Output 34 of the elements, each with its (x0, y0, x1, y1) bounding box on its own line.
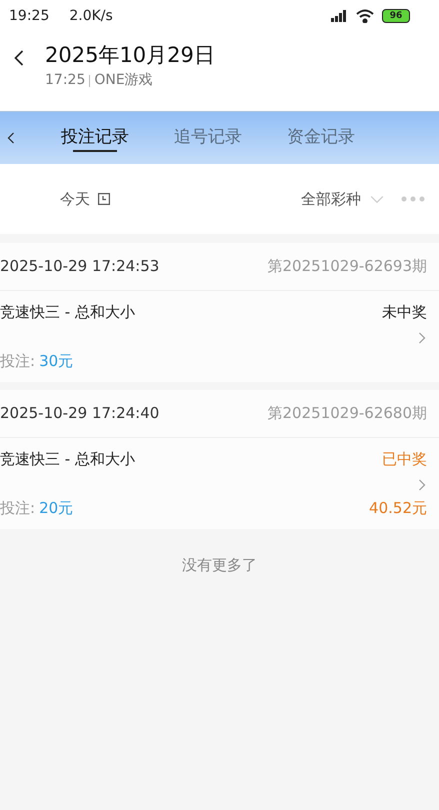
back-icon[interactable] (12, 48, 26, 68)
record-card[interactable]: 2025-10-29 17:24:53 第20251029-62693期 竞速快三 - 总和大小 未中奖 投注: 30元 (0, 243, 439, 382)
calendar-icon (98, 193, 110, 205)
chevron-right-icon[interactable] (417, 330, 427, 346)
record-issue: 第20251029-62680期 (268, 403, 427, 424)
network-speed: 2.0K/s (69, 6, 113, 26)
wifi-icon (356, 9, 374, 23)
bet-amount: 30元 (39, 350, 74, 372)
chevron-right-icon[interactable] (417, 476, 427, 492)
signal-icon (330, 10, 348, 22)
tab[interactable]: 投注记录 (61, 112, 129, 164)
battery-icon: 96 (382, 9, 410, 23)
back-icon[interactable] (6, 130, 16, 146)
record-datetime: 2025-10-29 17:24:40 (0, 403, 160, 424)
record-status: 未中奖 (382, 302, 427, 323)
no-more-text: 没有更多了 (182, 555, 257, 576)
caret-icon[interactable] (369, 194, 385, 204)
record-issue: 第20251029-62693期 (268, 256, 427, 278)
game-name: 竞速快三 - 总和大小 (0, 302, 135, 323)
bet-label: 投注: (0, 350, 36, 372)
bet-amount: 20元 (39, 498, 74, 518)
game-filter[interactable]: 全部彩种 (301, 188, 385, 210)
record-datetime: 2025-10-29 17:24:53 (0, 256, 160, 278)
record-card[interactable]: 2025-10-29 17:24:40 第20251029-62680期 竞速快三 - 总和大小 已中奖 投注: 20元 40.52元 (0, 390, 439, 529)
bet-label: 投注: (0, 498, 36, 518)
payout-amount: 40.52元 (369, 498, 427, 518)
status-time: 19:25 (9, 6, 50, 26)
header-app: ONE游戏 (94, 71, 153, 90)
record-status: 已中奖 (382, 449, 427, 470)
header-title: 2025年10月29日 (45, 42, 215, 69)
date-filter[interactable]: 今天 (60, 188, 110, 210)
more-icon[interactable] (401, 196, 425, 202)
game-name: 竞速快三 - 总和大小 (0, 449, 135, 470)
header-time: 17:25 (45, 71, 86, 90)
